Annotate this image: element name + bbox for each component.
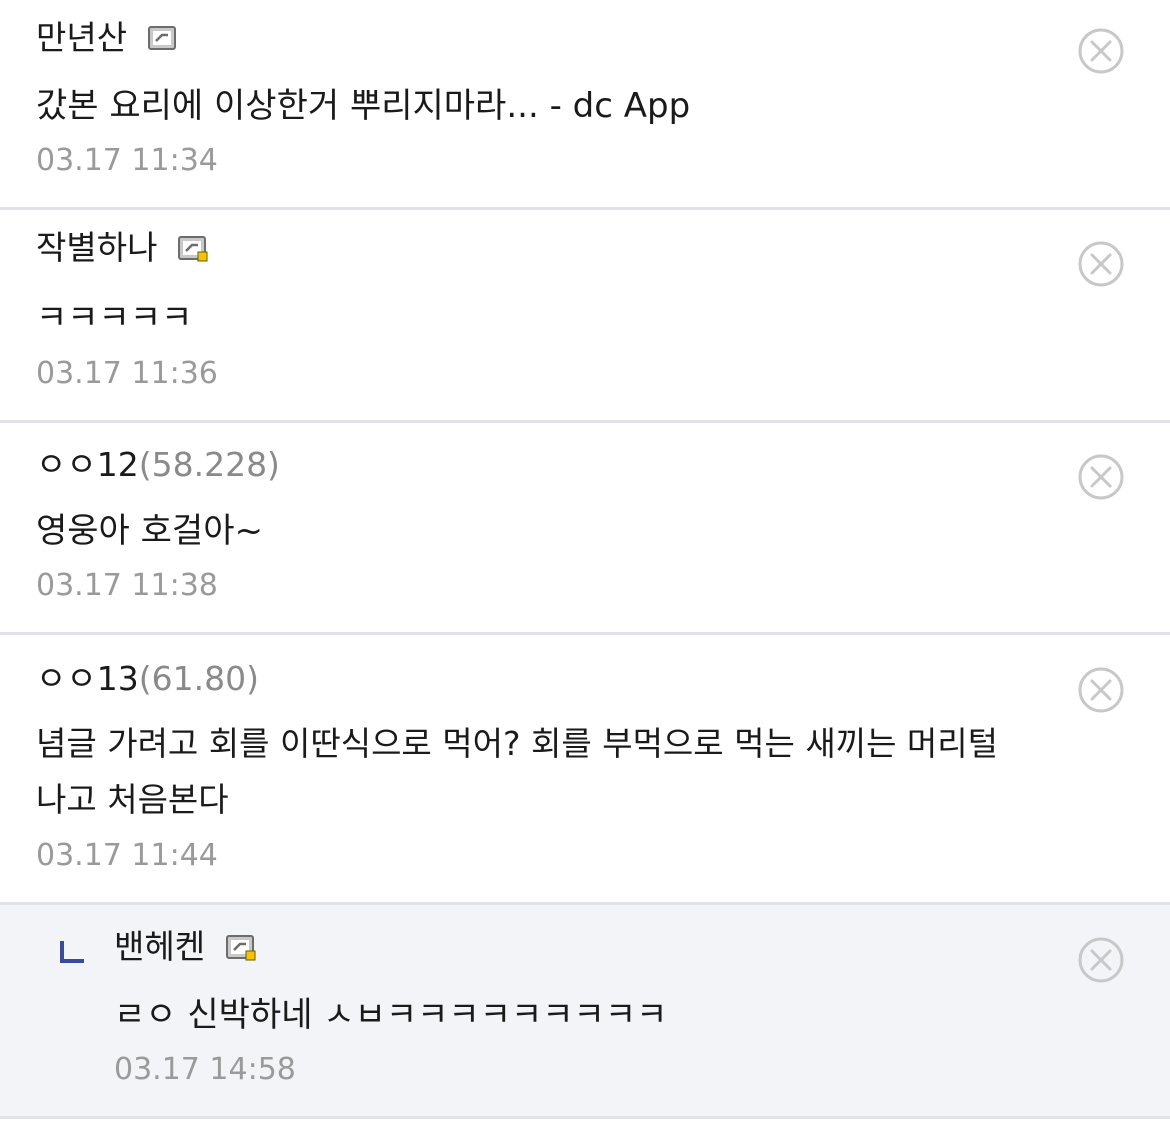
author-name: ㅇㅇ12 [36,445,139,484]
delete-comment-button[interactable] [1078,454,1124,500]
comment-author[interactable]: ㅇㅇ13(61.80) [36,659,259,699]
comment-text: ㅋㅋㅋㅋㅋ [36,298,193,338]
comment-text-line-1: 념글 가려고 회를 이딴식으로 먹어? 회를 부먹으로 먹는 새끼는 머리털 [36,724,999,763]
comment-time: 03.17 11:38 [36,568,218,603]
comment-time: 03.17 11:34 [36,143,218,178]
comment-time: 03.17 11:44 [36,838,218,873]
comment-text-line-2: 나고 처음본다 [36,780,229,819]
delete-comment-button[interactable] [1078,937,1124,983]
close-circle-icon [1078,241,1124,287]
comment-text: 영웅아 호걸아~ [36,511,263,551]
close-circle-icon [1078,454,1124,500]
comment-item: 만년산 갔본 요리에 이상한거 뿌리지마라... - dc App 03.17 … [0,0,1170,210]
close-circle-icon [1078,667,1124,713]
comment-item: ㅇㅇ13(61.80) 념글 가려고 회를 이딴식으로 먹어? 회를 부먹으로 … [0,635,1170,905]
close-circle-icon [1078,28,1124,74]
gallog-semi-fixed-icon[interactable] [177,231,208,262]
reply-item: 밴헤켄 ㄹㅇ 신박하네 ㅅㅂㅋㅋㅋㅋㅋㅋㅋㅋㅋ 03.17 14:58 [0,905,1170,1119]
author-name: 밴헤켄 [114,927,206,966]
comment-author[interactable]: ㅇㅇ12(58.228) [36,445,280,485]
gallog-semi-fixed-icon[interactable] [225,930,256,961]
comment-text: ㄹㅇ 신박하네 ㅅㅂㅋㅋㅋㅋㅋㅋㅋㅋㅋ [114,995,668,1035]
gallog-fixed-icon[interactable] [147,21,178,50]
comment-time: 03.17 11:36 [36,356,218,391]
delete-comment-button[interactable] [1078,667,1124,713]
delete-comment-button[interactable] [1078,28,1124,74]
comment-time: 03.17 14:58 [114,1052,296,1087]
close-circle-icon [1078,937,1124,983]
comment-item: ㅇㅇ12(58.228) 영웅아 호걸아~ 03.17 11:38 [0,423,1170,635]
comment-author[interactable]: 작별하나 [36,228,208,268]
comment-text: 갔본 요리에 이상한거 뿌리지마라... - dc App [36,86,691,126]
author-ip: (58.228) [138,445,280,484]
comment-author[interactable]: 만년산 [36,18,178,58]
comment-item: 작별하나 ㅋㅋㅋㅋㅋ 03.17 11:36 [0,210,1170,423]
author-name: 만년산 [36,18,128,57]
author-name: 작별하나 [36,228,158,267]
delete-comment-button[interactable] [1078,241,1124,287]
comment-author[interactable]: 밴헤켄 [114,927,256,967]
reply-arrow-icon [58,941,84,967]
author-ip: (61.80) [138,659,259,698]
author-name: ㅇㅇ13 [36,659,139,698]
